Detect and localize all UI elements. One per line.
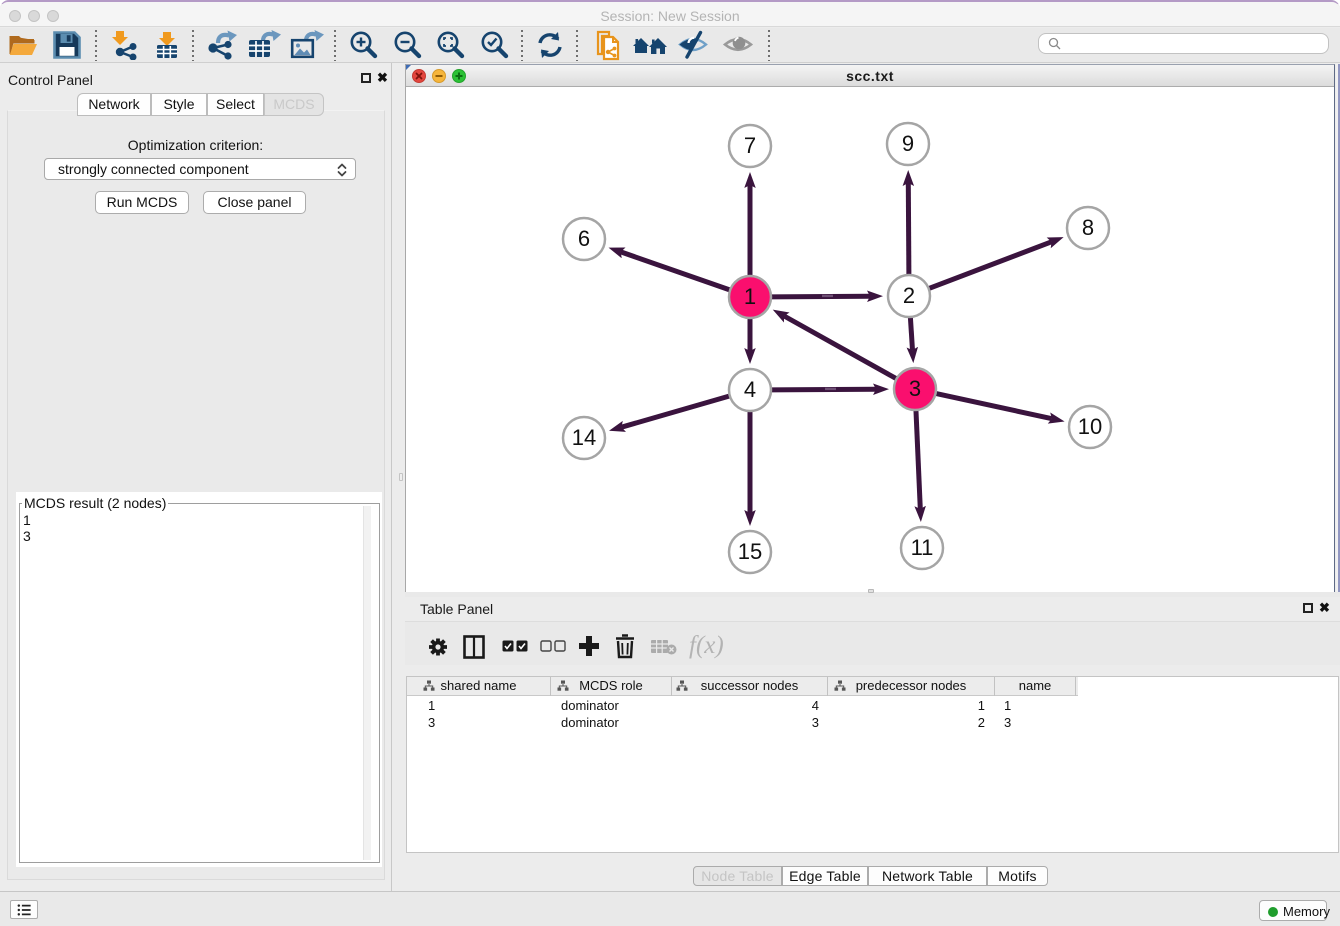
svg-text:14: 14: [572, 425, 596, 450]
svg-text:10: 10: [1078, 414, 1102, 439]
svg-text:9: 9: [902, 131, 914, 156]
svg-text:6: 6: [578, 226, 590, 251]
svg-text:4: 4: [744, 377, 756, 402]
svg-text:11: 11: [911, 535, 934, 560]
svg-text:2: 2: [903, 283, 915, 308]
svg-text:7: 7: [744, 133, 756, 158]
svg-text:3: 3: [909, 376, 921, 401]
svg-text:8: 8: [1082, 215, 1094, 240]
svg-text:15: 15: [738, 539, 762, 564]
svg-text:1: 1: [744, 284, 756, 309]
